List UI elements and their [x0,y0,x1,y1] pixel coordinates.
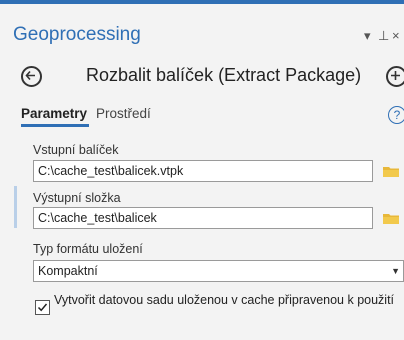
active-parameter-marker [14,186,17,228]
output-folder-label: Výstupní složka [33,191,121,205]
pin-icon[interactable]: ⊥ [378,28,389,44]
tool-header: Rozbalit balíček (Extract Package) [0,62,404,92]
storage-format-value: Kompaktní [38,264,98,278]
storage-format-select[interactable]: Kompaktní ▼ [33,260,404,282]
create-cache-checkbox[interactable] [35,300,50,315]
pane-titlebar: Geoprocessing ▾ ⊥ × [0,4,404,54]
folder-icon[interactable] [382,165,400,178]
folder-icon[interactable] [382,212,400,225]
tab-bar: Parametry Prostředí ? [0,100,404,130]
help-icon[interactable]: ? [388,106,404,124]
tab-environments[interactable]: Prostředí [96,106,151,121]
close-icon[interactable]: × [392,28,400,43]
pane-menu-icon[interactable]: ▾ [364,28,371,44]
active-tab-indicator [21,124,89,127]
plus-circle-icon[interactable] [386,66,404,87]
input-package-field[interactable]: C:\cache_test\balicek.vtpk [33,160,373,182]
input-package-label: Vstupní balíček [33,143,119,157]
tab-parameters[interactable]: Parametry [21,106,87,121]
chevron-down-icon: ▼ [391,266,400,276]
create-cache-checkbox-label: Vytvořit datovou sadu uloženou v cache p… [54,293,395,307]
output-folder-field[interactable]: C:\cache_test\balicek [33,207,373,229]
tool-title: Rozbalit balíček (Extract Package) [86,65,362,85]
pane-title: Geoprocessing [13,24,141,45]
back-arrow-circle-icon[interactable] [21,66,42,87]
storage-format-label: Typ formátu uložení [33,242,143,256]
